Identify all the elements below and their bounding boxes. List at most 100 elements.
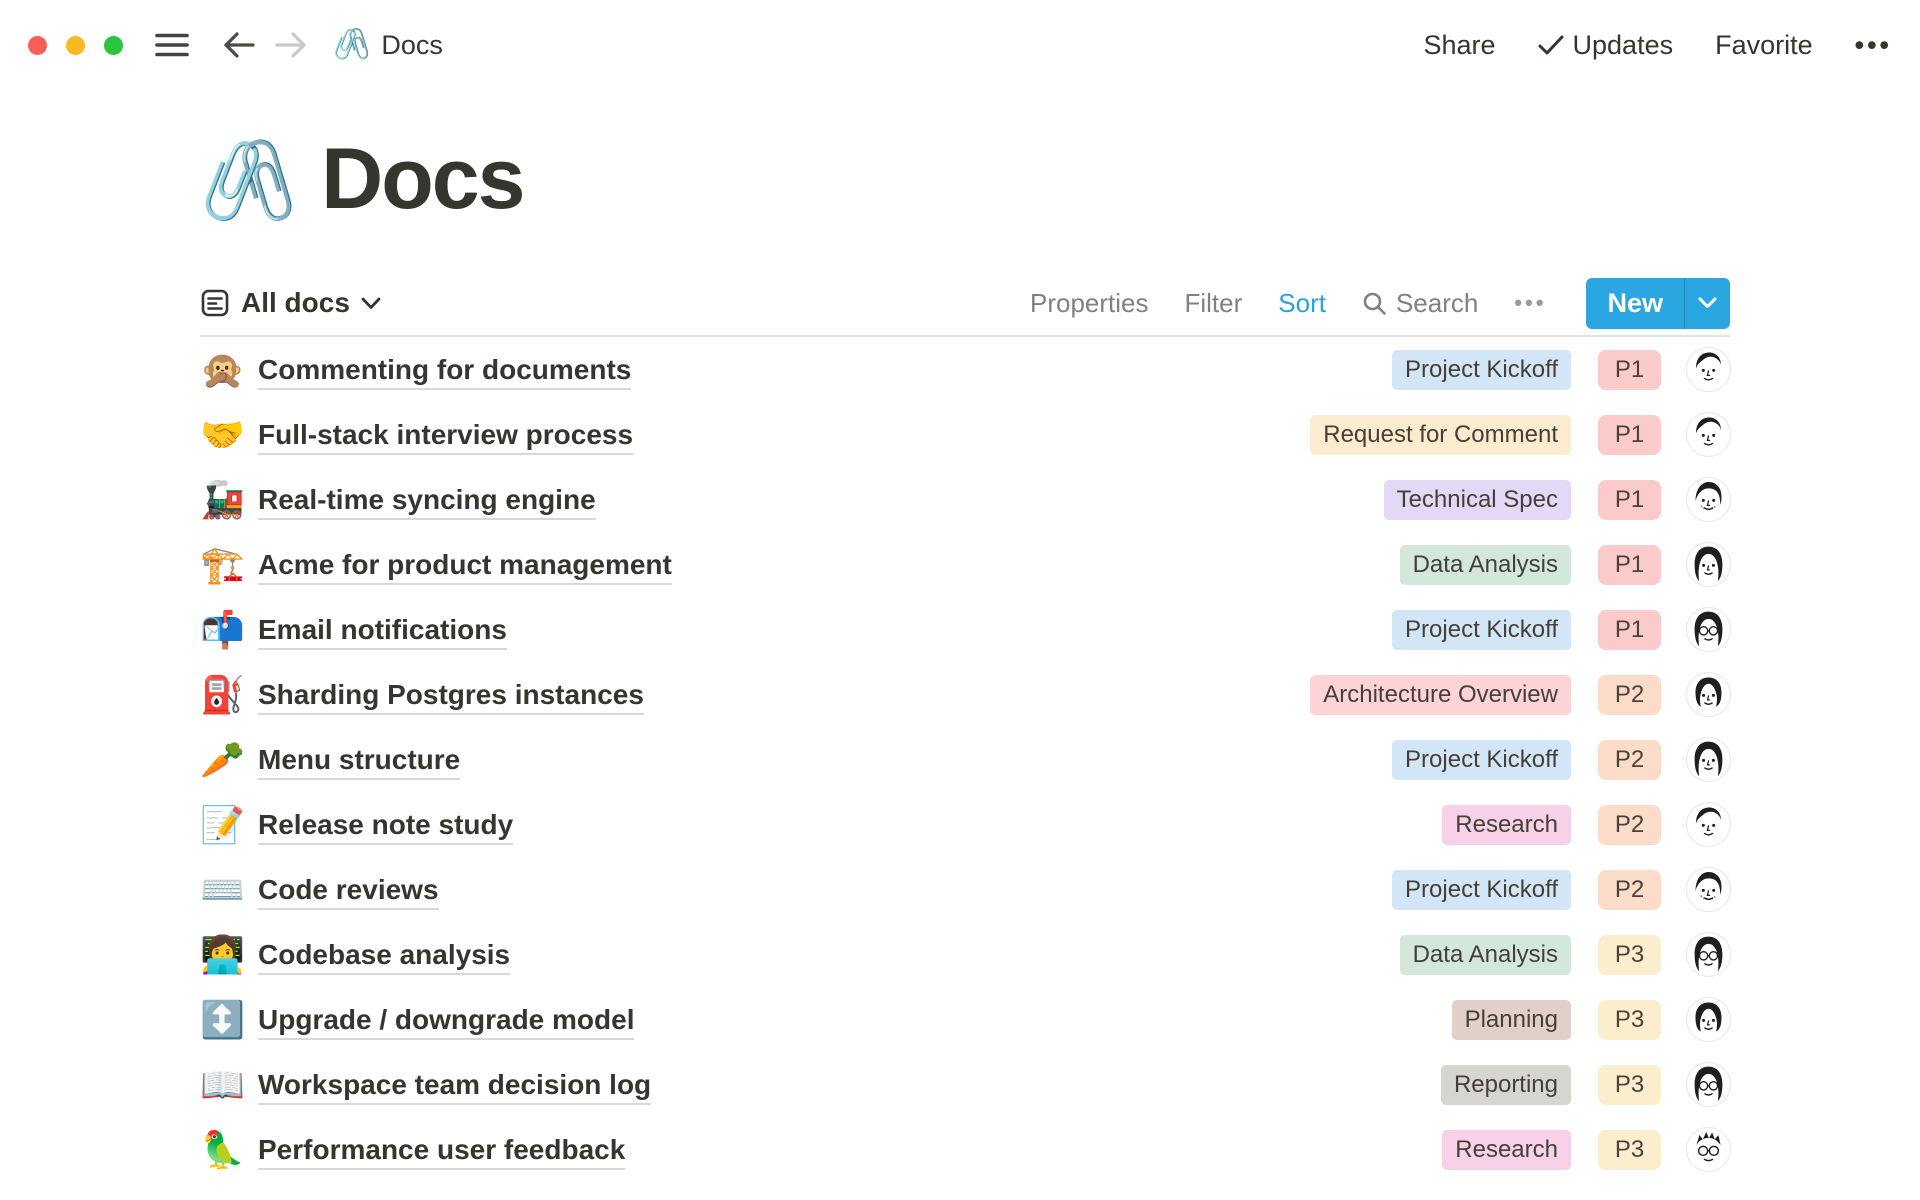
properties-button[interactable]: Properties xyxy=(1030,288,1149,319)
toolbar-more-icon[interactable]: ••• xyxy=(1514,290,1546,316)
priority-badge[interactable]: P3 xyxy=(1598,935,1661,975)
search-icon xyxy=(1362,291,1387,316)
assignee-avatar[interactable] xyxy=(1687,803,1730,846)
doc-row[interactable]: 🏗️ Acme for product management Data Anal… xyxy=(200,532,1730,597)
forward-arrow-icon[interactable] xyxy=(275,31,307,59)
doc-row[interactable]: 📖 Workspace team decision log Reporting … xyxy=(200,1052,1730,1117)
assignee-avatar[interactable] xyxy=(1687,543,1730,586)
doc-title-link[interactable]: Email notifications xyxy=(258,614,507,646)
assignee-avatar[interactable] xyxy=(1687,413,1730,456)
page-emoji-icon: 🖇️ xyxy=(333,30,370,60)
doc-emoji-icon: 📬 xyxy=(200,612,258,648)
more-options-icon[interactable]: ••• xyxy=(1855,30,1892,61)
doc-type-tag[interactable]: Project Kickoff xyxy=(1392,350,1571,390)
doc-emoji-icon: ⌨️ xyxy=(200,872,258,908)
doc-row[interactable]: 🙊 Commenting for documents Project Kicko… xyxy=(200,337,1730,402)
traffic-lights xyxy=(28,36,123,55)
view-switcher-all-docs[interactable]: All docs xyxy=(200,287,381,319)
priority-badge[interactable]: P1 xyxy=(1598,480,1661,520)
share-button[interactable]: Share xyxy=(1423,30,1495,61)
doc-type-tag[interactable]: Project Kickoff xyxy=(1392,740,1571,780)
priority-badge[interactable]: P1 xyxy=(1598,415,1661,455)
assignee-avatar[interactable] xyxy=(1687,998,1730,1041)
doc-emoji-icon: 🏗️ xyxy=(200,547,258,583)
doc-type-tag[interactable]: Project Kickoff xyxy=(1392,610,1571,650)
back-arrow-icon[interactable] xyxy=(223,31,255,59)
doc-type-tag[interactable]: Architecture Overview xyxy=(1310,675,1571,715)
priority-badge[interactable]: P1 xyxy=(1598,545,1661,585)
doc-title-link[interactable]: Sharding Postgres instances xyxy=(258,679,644,711)
doc-row[interactable]: 🥕 Menu structure Project Kickoff P2 xyxy=(200,727,1730,792)
doc-type-tag[interactable]: Project Kickoff xyxy=(1392,870,1571,910)
new-dropdown-chevron-icon[interactable] xyxy=(1684,278,1730,329)
doc-title-link[interactable]: Performance user feedback xyxy=(258,1134,625,1166)
assignee-avatar[interactable] xyxy=(1687,738,1730,781)
updates-button[interactable]: Updates xyxy=(1538,30,1674,61)
doc-type-tag[interactable]: Reporting xyxy=(1441,1065,1571,1105)
search-button[interactable]: Search xyxy=(1362,288,1478,319)
priority-badge[interactable]: P2 xyxy=(1598,805,1661,845)
check-icon xyxy=(1538,34,1564,56)
breadcrumb[interactable]: 🖇️ Docs xyxy=(333,30,443,61)
doc-title-link[interactable]: Real-time syncing engine xyxy=(258,484,596,516)
priority-badge[interactable]: P2 xyxy=(1598,740,1661,780)
page-title: Docs xyxy=(321,130,523,229)
doc-emoji-icon: 🦜 xyxy=(200,1132,258,1168)
doc-row[interactable]: 👩‍💻 Codebase analysis Data Analysis P3 xyxy=(200,922,1730,987)
doc-type-tag[interactable]: Data Analysis xyxy=(1400,545,1571,585)
doc-row[interactable]: ↕️ Upgrade / downgrade model Planning P3 xyxy=(200,987,1730,1052)
priority-badge[interactable]: P3 xyxy=(1598,1130,1661,1170)
assignee-avatar[interactable] xyxy=(1687,868,1730,911)
assignee-avatar[interactable] xyxy=(1687,673,1730,716)
doc-row[interactable]: ⌨️ Code reviews Project Kickoff P2 xyxy=(200,857,1730,922)
page-icon-paperclips[interactable]: 🖇️ xyxy=(200,141,297,219)
priority-badge[interactable]: P3 xyxy=(1598,1000,1661,1040)
doc-row[interactable]: 📝 Release note study Research P2 xyxy=(200,792,1730,857)
doc-title-link[interactable]: Workspace team decision log xyxy=(258,1069,651,1101)
sidebar-menu-icon[interactable] xyxy=(155,32,189,58)
zoom-window-button[interactable] xyxy=(104,36,123,55)
priority-badge[interactable]: P1 xyxy=(1598,350,1661,390)
doc-row[interactable]: ⛽ Sharding Postgres instances Architectu… xyxy=(200,662,1730,727)
minimize-window-button[interactable] xyxy=(66,36,85,55)
doc-emoji-icon: 🙊 xyxy=(200,352,258,388)
filter-button[interactable]: Filter xyxy=(1185,288,1243,319)
close-window-button[interactable] xyxy=(28,36,47,55)
doc-title-link[interactable]: Code reviews xyxy=(258,874,439,906)
assignee-avatar[interactable] xyxy=(1687,933,1730,976)
doc-type-tag[interactable]: Research xyxy=(1442,805,1571,845)
priority-badge[interactable]: P3 xyxy=(1598,1065,1661,1105)
doc-row[interactable]: 🤝 Full-stack interview process Request f… xyxy=(200,402,1730,467)
assignee-avatar[interactable] xyxy=(1687,608,1730,651)
doc-title-link[interactable]: Menu structure xyxy=(258,744,460,776)
chevron-down-icon xyxy=(361,297,381,310)
doc-title-link[interactable]: Release note study xyxy=(258,809,513,841)
doc-title-link[interactable]: Full-stack interview process xyxy=(258,419,633,451)
doc-row[interactable]: 🦜 Performance user feedback Research P3 xyxy=(200,1117,1730,1182)
doc-title-link[interactable]: Commenting for documents xyxy=(258,354,631,386)
priority-badge[interactable]: P2 xyxy=(1598,870,1661,910)
doc-type-tag[interactable]: Data Analysis xyxy=(1400,935,1571,975)
doc-row[interactable]: 🚂 Real-time syncing engine Technical Spe… xyxy=(200,467,1730,532)
assignee-avatar[interactable] xyxy=(1687,1128,1730,1171)
doc-type-tag[interactable]: Research xyxy=(1442,1130,1571,1170)
docs-list: 🙊 Commenting for documents Project Kicko… xyxy=(200,337,1730,1182)
doc-title-link[interactable]: Upgrade / downgrade model xyxy=(258,1004,634,1036)
doc-title-link[interactable]: Codebase analysis xyxy=(258,939,510,971)
sort-button[interactable]: Sort xyxy=(1278,288,1326,319)
doc-row[interactable]: 📬 Email notifications Project Kickoff P1 xyxy=(200,597,1730,662)
breadcrumb-page-name: Docs xyxy=(381,30,443,61)
assignee-avatar[interactable] xyxy=(1687,478,1730,521)
assignee-avatar[interactable] xyxy=(1687,1063,1730,1106)
doc-type-tag[interactable]: Planning xyxy=(1452,1000,1571,1040)
assignee-avatar[interactable] xyxy=(1687,348,1730,391)
priority-badge[interactable]: P1 xyxy=(1598,610,1661,650)
doc-emoji-icon: 🤝 xyxy=(200,417,258,453)
favorite-button[interactable]: Favorite xyxy=(1715,30,1813,61)
doc-title-link[interactable]: Acme for product management xyxy=(258,549,672,581)
doc-type-tag[interactable]: Request for Comment xyxy=(1310,415,1571,455)
doc-type-tag[interactable]: Technical Spec xyxy=(1384,480,1571,520)
new-button[interactable]: New xyxy=(1586,278,1730,329)
doc-emoji-icon: 🚂 xyxy=(200,482,258,518)
priority-badge[interactable]: P2 xyxy=(1598,675,1661,715)
